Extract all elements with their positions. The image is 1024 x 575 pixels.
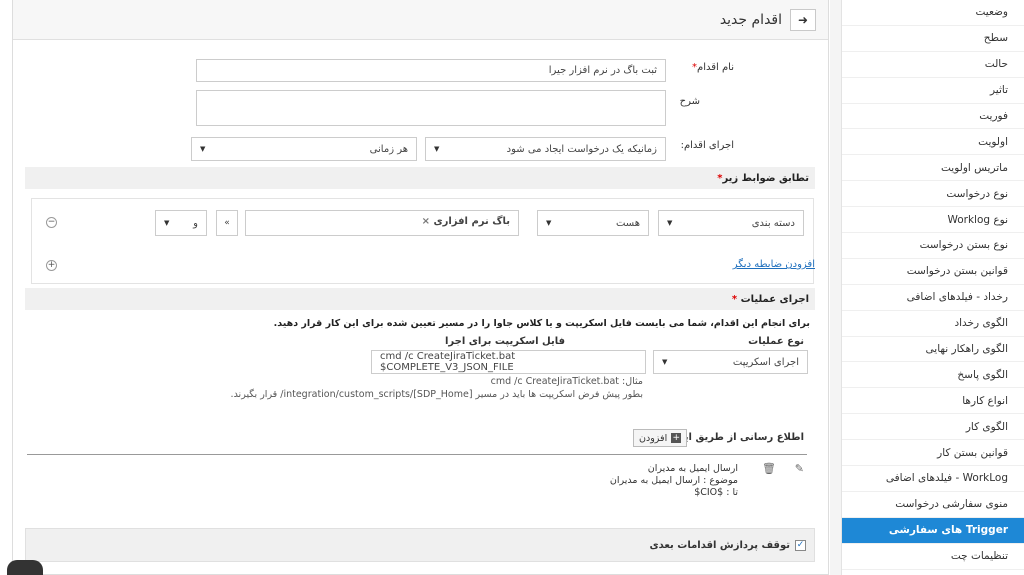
sidebar-item[interactable]: حالت xyxy=(842,52,1024,78)
criteria-operator-select[interactable]: هست ▼ xyxy=(537,210,649,236)
sidebar-item[interactable]: ماتریس اولویت xyxy=(842,155,1024,182)
add-criteria-icon[interactable]: + xyxy=(46,260,57,271)
sidebar-item[interactable]: اولویت xyxy=(842,129,1024,156)
op-type-label: نوع عملیات xyxy=(748,336,804,347)
criteria-expand-button[interactable]: » xyxy=(216,210,238,236)
stop-processing-row: ✓ توقف پردازش اقدامات بعدی xyxy=(25,528,815,562)
chevron-down-icon: ▼ xyxy=(200,145,206,153)
double-chevron-down-icon: » xyxy=(224,218,230,228)
page-title: اقدام جدید xyxy=(719,11,782,28)
arrow-right-icon: ➜ xyxy=(797,12,809,27)
sidebar-item[interactable]: نوع بستن درخواست xyxy=(842,233,1024,259)
stop-processing-label: توقف پردازش اقدامات بعدی xyxy=(649,539,790,551)
chevron-down-icon: ▼ xyxy=(546,219,552,227)
sidebar-item[interactable]: الگوی رخداد xyxy=(842,311,1024,337)
sidebar-item[interactable]: تنظیمات چت xyxy=(842,544,1024,570)
sidebar-item[interactable]: قوانین بستن درخواست xyxy=(842,259,1024,285)
tag-remove-icon[interactable]: × xyxy=(422,216,430,227)
exec-when-select[interactable]: زمانیکه یک درخواست ایجاد می شود ▼ xyxy=(425,137,666,161)
criteria-value-input[interactable]: باگ نرم افزاری × xyxy=(245,210,519,236)
sidebar-item[interactable]: قوانین بستن کار xyxy=(842,440,1024,467)
desc-textarea[interactable] xyxy=(196,90,666,126)
criteria-section-header: تطابق ضوابط زیر * xyxy=(25,167,815,189)
chevron-down-icon: ▼ xyxy=(667,219,673,227)
sidebar-item[interactable]: WorkLog - فیلدهای اضافی xyxy=(842,466,1024,492)
chevron-down-icon: ▼ xyxy=(164,219,170,227)
divider xyxy=(27,454,807,455)
sidebar-item[interactable]: انواع کارها xyxy=(842,388,1024,415)
actions-note: برای انجام این اقدام، شما می بایست فایل … xyxy=(273,318,810,329)
stop-processing-checkbox[interactable]: ✓ xyxy=(795,539,806,551)
email-item: ارسال ایمیل به مدیران موضوع : ارسال ایمی… xyxy=(610,463,738,499)
panel-header: ➜ اقدام جدید xyxy=(13,0,828,40)
name-label-row: نام اقدام * xyxy=(692,62,734,73)
settings-sidebar: وضعیت سطح حالت تاثیر فوریت اولویت ماتریس اولوی… xyxy=(841,0,1024,575)
exec-time-select[interactable]: هر زمانی ▼ xyxy=(191,137,417,161)
main-panel: ➜ اقدام جدید نام اقدام * ثبت باگ در نرم ا… xyxy=(12,0,829,575)
script-file-label: فایل اسکریپت برای اجرا xyxy=(445,336,565,347)
name-label: نام اقدام xyxy=(697,62,734,73)
actions-section-header: اجرای عملیات * xyxy=(25,288,815,310)
criteria-conjunction-select[interactable]: و ▼ xyxy=(155,210,207,236)
sidebar-item[interactable]: تاثیر xyxy=(842,78,1024,104)
op-type-select[interactable]: اجرای اسکریپت ▼ xyxy=(653,350,808,374)
script-file-input[interactable]: cmd /c CreateJiraTicket.bat $COMPLETE_V3… xyxy=(371,350,646,374)
email-item-subject: موضوع : ارسال ایمیل به مدیران xyxy=(609,475,738,486)
chevron-down-icon: ▼ xyxy=(662,358,668,366)
remove-criteria-icon[interactable]: − xyxy=(46,217,57,228)
back-button[interactable]: ➜ xyxy=(790,8,816,31)
add-criteria-link[interactable]: افزودن ضابطه دیگر xyxy=(733,259,815,270)
chevron-down-icon: ▼ xyxy=(434,145,440,153)
desc-label: شرح xyxy=(679,96,700,107)
script-example: مثال: cmd /c CreateJiraTicket.bat xyxy=(490,376,643,387)
criteria-field-select[interactable]: دسته بندی ▼ xyxy=(658,210,804,236)
script-path-hint: بطور پیش فرض اسکریپت ها باید در مسیر [SD… xyxy=(230,389,643,400)
sidebar-item[interactable]: الگوی پاسخ xyxy=(842,362,1024,389)
add-email-button[interactable]: + افزودن xyxy=(633,429,688,447)
name-input[interactable]: ثبت باگ در نرم افزار جیرا xyxy=(196,59,666,82)
email-item-title: ارسال ایمیل به مدیران xyxy=(647,463,738,474)
sidebar-item[interactable]: رخداد - فیلدهای اضافی xyxy=(842,285,1024,311)
sidebar-item[interactable]: نوع Worklog xyxy=(842,207,1024,234)
chat-widget-button[interactable] xyxy=(7,560,43,575)
sidebar-item[interactable]: الگوی راهکار نهایی xyxy=(842,337,1024,363)
sidebar-item[interactable]: سطح xyxy=(842,26,1024,52)
sidebar-item[interactable]: فوریت xyxy=(842,104,1024,130)
panel-gap xyxy=(830,0,841,575)
edit-icon[interactable]: ✎ xyxy=(795,462,804,475)
criteria-tag: باگ نرم افزاری × xyxy=(421,216,510,227)
plus-icon: + xyxy=(671,432,682,443)
sidebar-item[interactable]: منوی سفارشی درخواست xyxy=(842,492,1024,518)
sidebar-item[interactable]: الگوی کار xyxy=(842,414,1024,441)
criteria-box: دسته بندی ▼ هست ▼ باگ نرم افزاری × » و ▼ − … xyxy=(31,198,815,284)
sidebar-item[interactable]: نوع درخواست xyxy=(842,181,1024,208)
email-item-to: تا : $CIO$ xyxy=(694,487,738,498)
trash-icon[interactable]: 🗑 xyxy=(762,462,776,475)
sidebar-item[interactable]: Trigger های سفارشی xyxy=(842,517,1024,544)
sidebar-item[interactable]: وضعیت xyxy=(842,0,1024,26)
exec-label: اجرای اقدام: xyxy=(680,140,734,151)
